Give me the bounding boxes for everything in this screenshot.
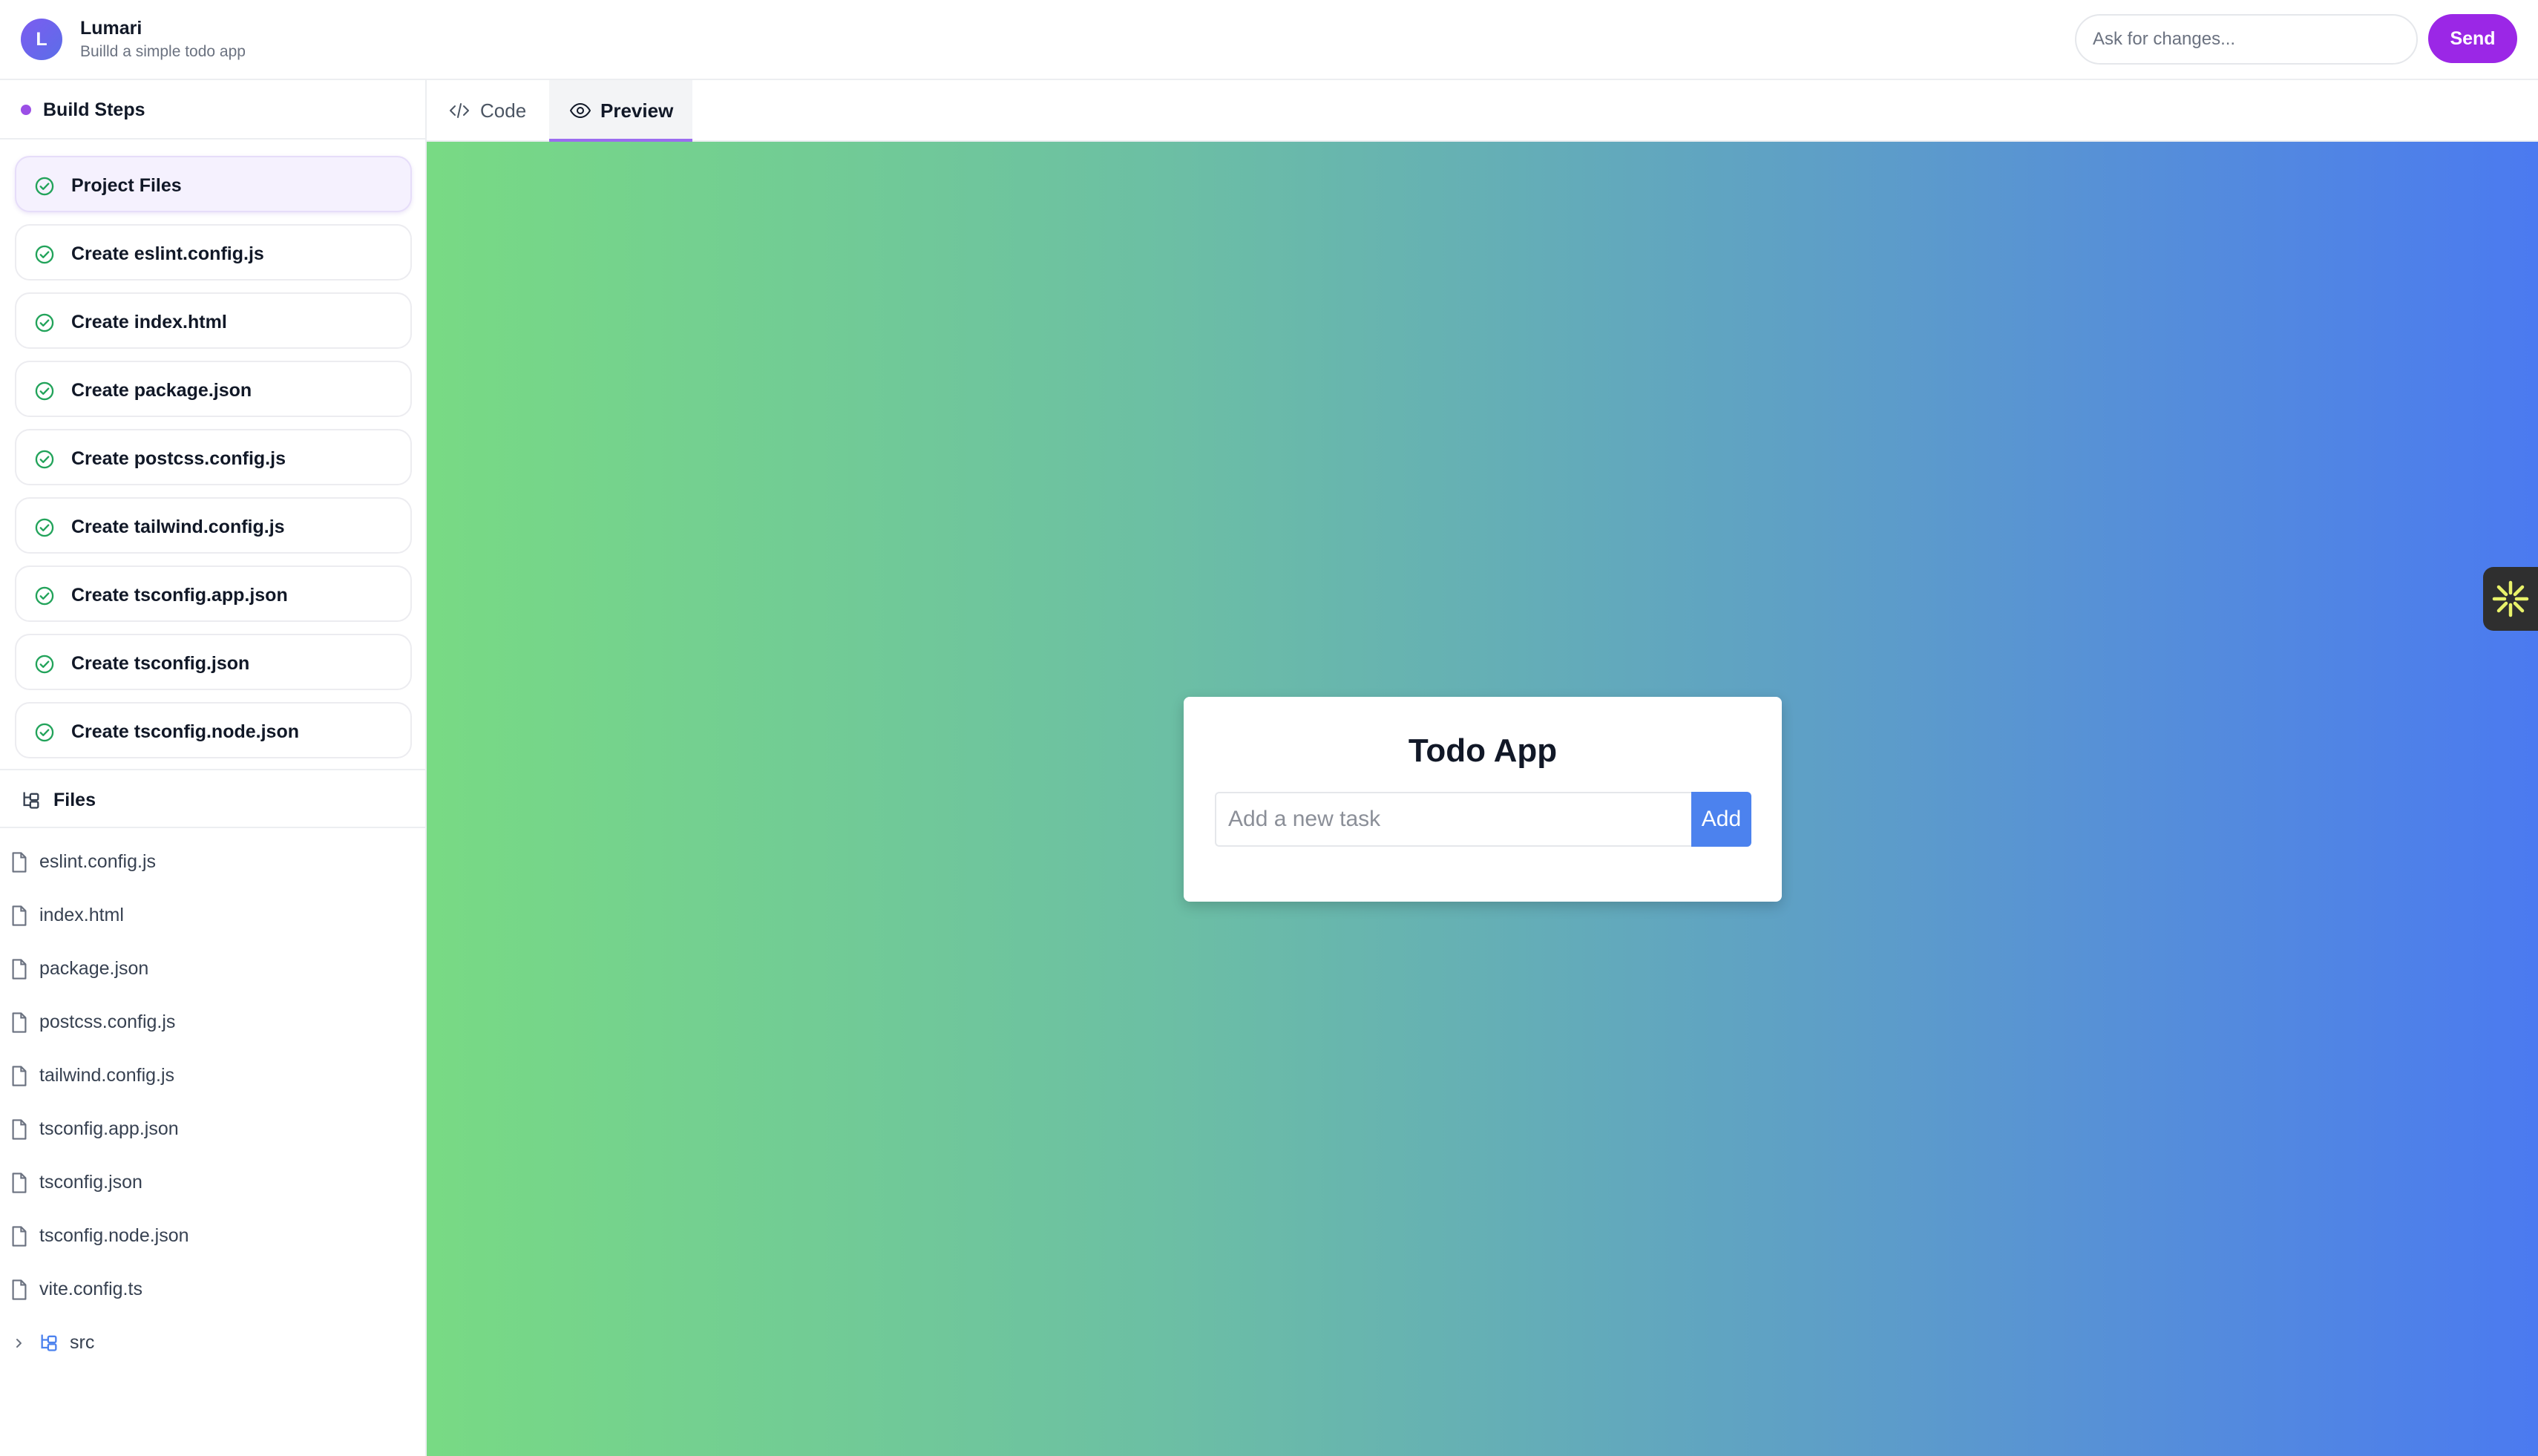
build-step-item[interactable]: Create tsconfig.node.json	[15, 702, 412, 758]
file-item[interactable]: tsconfig.node.json	[0, 1214, 425, 1259]
file-item[interactable]: eslint.config.js	[0, 840, 425, 885]
tab-code[interactable]: Code	[427, 80, 549, 142]
build-step-label: Create package.json	[71, 380, 252, 401]
ask-for-changes-input[interactable]	[2075, 14, 2418, 65]
file-item[interactable]: postcss.config.js	[0, 1000, 425, 1045]
check-circle-icon	[35, 450, 54, 469]
build-step-item[interactable]: Create index.html	[15, 292, 412, 349]
file-icon	[12, 1173, 27, 1193]
files-title: Files	[53, 790, 96, 810]
preview-pane: Todo App Add	[427, 142, 2538, 1456]
top-header: L Lumari Builld a simple todo app Send	[0, 0, 2538, 80]
file-icon	[12, 1012, 27, 1033]
file-name: eslint.config.js	[39, 851, 157, 872]
check-circle-icon	[35, 586, 54, 606]
file-icon	[12, 1226, 27, 1247]
file-item[interactable]: tsconfig.json	[0, 1161, 425, 1205]
add-task-button[interactable]: Add	[1691, 792, 1751, 847]
avatar[interactable]: L	[21, 19, 62, 60]
file-name: tsconfig.app.json	[39, 1118, 179, 1139]
app-name: Lumari	[80, 18, 142, 39]
app-subtitle: Builld a simple todo app	[80, 43, 246, 60]
check-circle-icon	[35, 518, 54, 537]
new-task-input[interactable]	[1215, 792, 1691, 847]
build-step-label: Create postcss.config.js	[71, 448, 286, 469]
file-name: postcss.config.js	[39, 1011, 176, 1032]
tab-preview-label: Preview	[600, 99, 674, 122]
view-tabs: Code Preview	[427, 80, 2538, 142]
files-header: Files	[0, 769, 425, 828]
build-step-item[interactable]: Create postcss.config.js	[15, 429, 412, 485]
folder-name: src	[70, 1332, 95, 1353]
folder-tree-icon	[41, 1334, 57, 1351]
file-item[interactable]: vite.config.ts	[0, 1268, 425, 1312]
build-step-item[interactable]: Create eslint.config.js	[15, 224, 412, 281]
file-item[interactable]: tsconfig.app.json	[0, 1107, 425, 1152]
send-button[interactable]: Send	[2428, 14, 2517, 63]
build-steps-header: Build Steps	[0, 80, 425, 140]
folder-item-src[interactable]: src	[0, 1321, 425, 1365]
build-step-label: Create tsconfig.json	[71, 653, 250, 674]
status-dot-icon	[21, 105, 31, 115]
sidebar: Build Steps Project Files Create eslint.…	[0, 80, 427, 1456]
eye-icon	[570, 103, 591, 118]
build-step-label: Create tsconfig.node.json	[71, 721, 299, 742]
build-step-item[interactable]: Project Files	[15, 156, 412, 212]
assistant-widget-button[interactable]	[2483, 567, 2538, 631]
build-steps-title: Build Steps	[43, 99, 145, 120]
file-name: tailwind.config.js	[39, 1065, 175, 1086]
build-step-item[interactable]: Create tsconfig.json	[15, 634, 412, 690]
file-item[interactable]: tailwind.config.js	[0, 1054, 425, 1098]
file-icon	[12, 1066, 27, 1086]
file-name: tsconfig.node.json	[39, 1225, 189, 1246]
tab-preview[interactable]: Preview	[549, 80, 692, 142]
build-step-label: Create eslint.config.js	[71, 243, 264, 264]
file-icon	[12, 959, 27, 980]
todo-app-title: Todo App	[1408, 732, 1558, 769]
check-circle-icon	[35, 177, 54, 196]
build-step-item[interactable]: Create tailwind.config.js	[15, 497, 412, 554]
code-icon	[450, 103, 469, 118]
build-step-item[interactable]: Create tsconfig.app.json	[15, 565, 412, 622]
todo-card: Todo App Add	[1184, 697, 1782, 902]
check-circle-icon	[35, 655, 54, 674]
check-circle-icon	[35, 245, 54, 264]
sparkle-burst-icon	[2492, 580, 2529, 617]
build-step-label: Create tailwind.config.js	[71, 517, 285, 537]
check-circle-icon	[35, 381, 54, 401]
file-name: index.html	[39, 905, 124, 925]
build-step-label: Project Files	[71, 175, 182, 196]
build-step-label: Create tsconfig.app.json	[71, 585, 288, 606]
check-circle-icon	[35, 313, 54, 332]
file-item[interactable]: package.json	[0, 947, 425, 991]
folder-tree-icon	[23, 792, 39, 809]
tab-code-label: Code	[480, 99, 527, 122]
file-item[interactable]: index.html	[0, 893, 425, 938]
file-name: vite.config.ts	[39, 1279, 142, 1299]
file-icon	[12, 1119, 27, 1140]
chevron-right-icon[interactable]	[12, 1334, 27, 1352]
file-name: package.json	[39, 958, 149, 979]
build-step-label: Create index.html	[71, 312, 227, 332]
file-icon	[12, 1279, 27, 1300]
file-name: tsconfig.json	[39, 1172, 142, 1193]
file-icon	[12, 852, 27, 873]
check-circle-icon	[35, 723, 54, 742]
build-step-item[interactable]: Create package.json	[15, 361, 412, 417]
file-icon	[12, 905, 27, 926]
